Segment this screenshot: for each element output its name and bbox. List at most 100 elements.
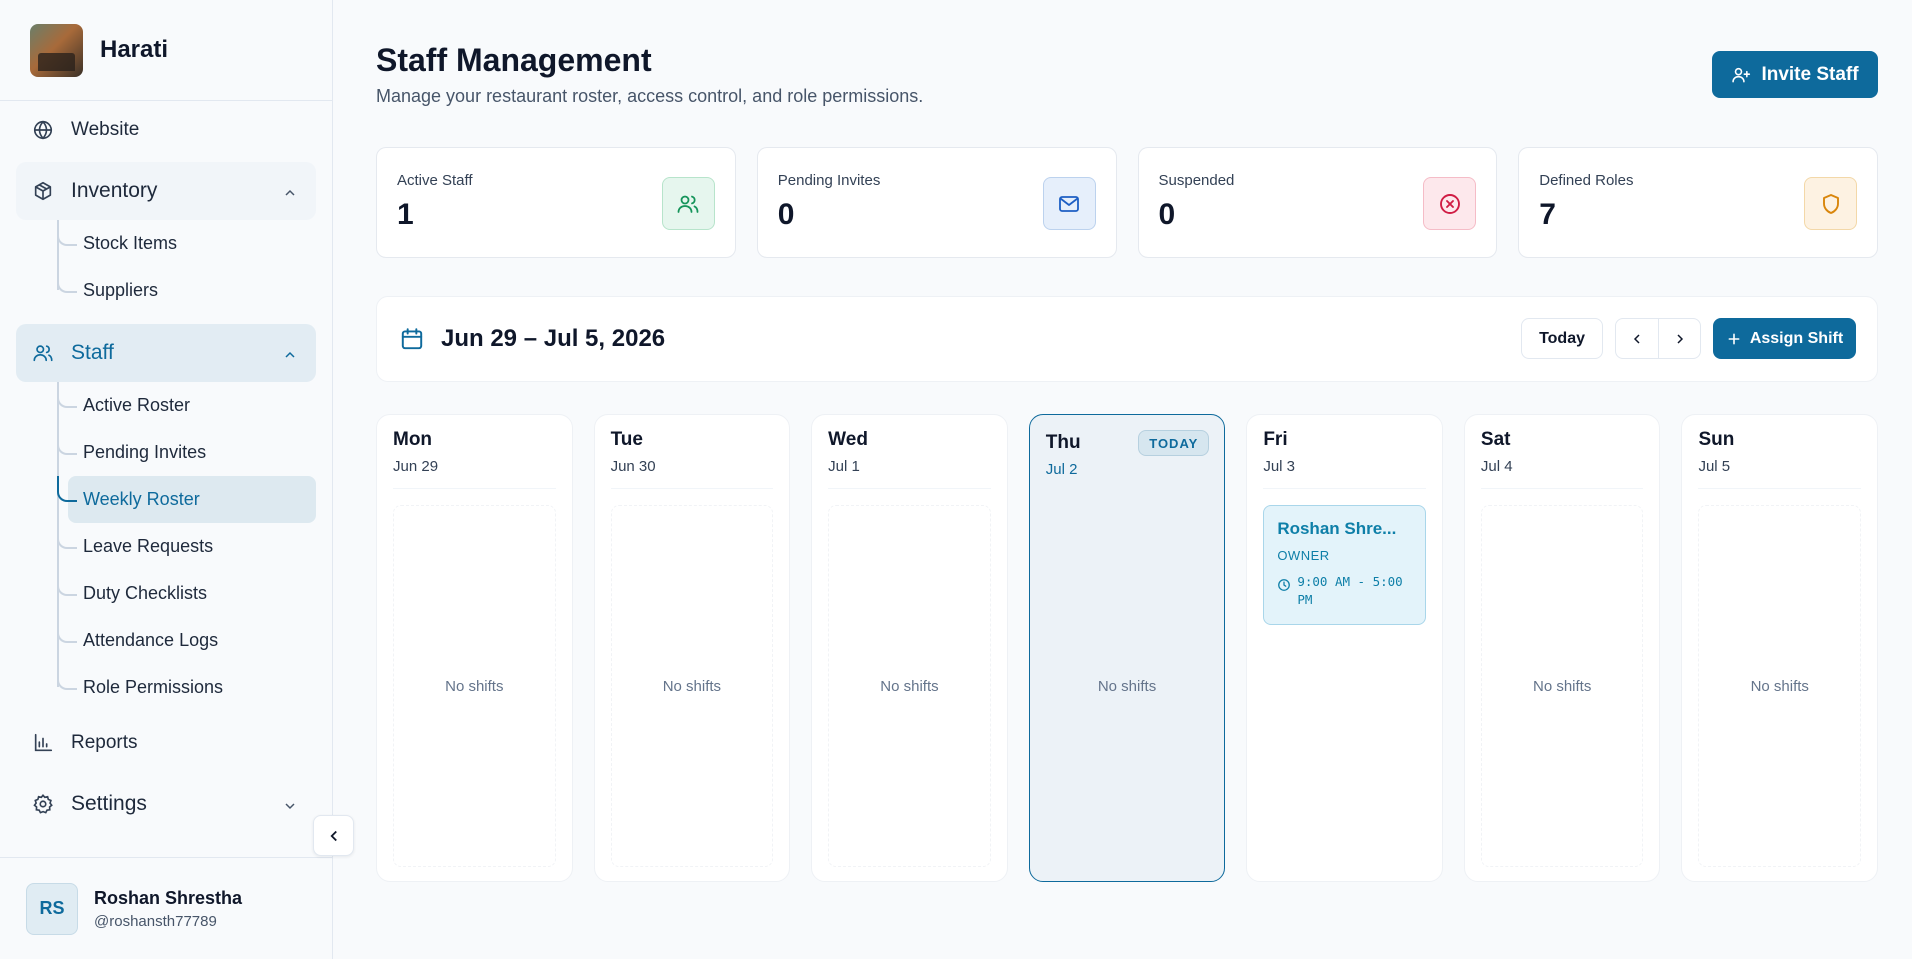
sidebar-item-reports[interactable]: Reports (16, 714, 316, 772)
gear-icon (31, 792, 55, 816)
chevron-left-icon (1633, 333, 1640, 344)
user-handle: @roshansth77789 (94, 912, 217, 930)
plus-icon (1726, 331, 1742, 347)
stat-card-defined-roles: Defined Roles 7 (1518, 147, 1878, 258)
page-subtitle: Manage your restaurant roster, access co… (376, 86, 924, 106)
sidebar-item-inventory[interactable]: Inventory (16, 162, 316, 220)
stat-card-suspended: Suspended 0 (1137, 147, 1498, 258)
invite-staff-label: Invite Staff (1761, 63, 1859, 85)
package-icon (31, 179, 55, 203)
sidebar: Harati Website Inventory Stock Items Sup… (0, 0, 333, 959)
divider (828, 488, 991, 489)
toolbar-actions: Today Assign Shift (1521, 318, 1856, 359)
staff-submenu: Active Roster Pending Invites Weekly Ros… (16, 382, 316, 711)
day-name: Sun (1698, 429, 1735, 450)
bar-chart-icon (31, 731, 55, 755)
sidebar-item-leave-requests[interactable]: Leave Requests (57, 523, 316, 570)
empty-shifts: No shifts (1480, 505, 1644, 867)
page-title: Staff Management (376, 42, 652, 78)
day-date: Jun 30 (610, 458, 656, 475)
shift-staff-name: Roshan Shre... (1277, 519, 1397, 538)
globe-icon (31, 118, 55, 142)
mail-icon (1042, 177, 1096, 230)
week-range: Jun 29 – Jul 5, 2026 (441, 325, 666, 352)
day-date: Jul 3 (1263, 458, 1295, 475)
assign-shift-button[interactable]: Assign Shift (1713, 318, 1856, 359)
sidebar-item-label: Inventory (71, 179, 158, 202)
sidebar-item-stock-items[interactable]: Stock Items (57, 220, 316, 267)
previous-week-button[interactable] (1616, 319, 1658, 358)
today-badge: TODAY (1138, 430, 1210, 456)
day-date: Jun 29 (393, 458, 439, 475)
sidebar-item-staff[interactable]: Staff (16, 324, 316, 382)
sidebar-nav: Website Inventory Stock Items Suppliers … (0, 101, 332, 833)
brand-logo (30, 23, 83, 77)
x-circle-icon (1423, 177, 1477, 230)
empty-shifts: No shifts (610, 505, 774, 867)
invite-staff-button[interactable]: Invite Staff (1712, 51, 1878, 98)
divider (1698, 488, 1862, 489)
sidebar-item-duty-checklists[interactable]: Duty Checklists (57, 570, 316, 617)
sidebar-item-label: Settings (71, 792, 147, 815)
sidebar-item-settings[interactable]: Settings (16, 775, 316, 833)
day-name: Fri (1263, 429, 1288, 450)
sidebar-item-active-roster[interactable]: Active Roster (57, 382, 316, 429)
day-name: Mon (393, 429, 433, 450)
day-column-mon[interactable]: Mon Jun 29 No shifts (376, 414, 573, 882)
today-button[interactable]: Today (1521, 318, 1603, 359)
sidebar-item-label: Reports (71, 732, 138, 753)
brand-name: Harati (100, 36, 169, 63)
chevron-left-icon (325, 827, 343, 845)
user-meta: Roshan Shrestha @roshansth77789 (94, 888, 242, 930)
day-column-wed[interactable]: Wed Jul 1 No shifts (811, 414, 1008, 882)
day-column-sun[interactable]: Sun Jul 5 No shifts (1681, 414, 1879, 882)
chevron-right-icon (1676, 333, 1683, 344)
sidebar-item-role-permissions[interactable]: Role Permissions (57, 664, 316, 711)
day-column-tue[interactable]: Tue Jun 30 No shifts (593, 414, 791, 882)
sidebar-item-suppliers[interactable]: Suppliers (57, 267, 316, 314)
week-pager (1615, 318, 1701, 359)
inventory-submenu: Stock Items Suppliers (16, 220, 316, 314)
chevron-up-icon (282, 183, 298, 199)
user-profile[interactable]: RS Roshan Shrestha @roshansth77789 (0, 857, 333, 959)
sidebar-item-attendance-logs[interactable]: Attendance Logs (57, 617, 316, 664)
empty-shifts: No shifts (1097, 677, 1157, 695)
empty-shifts: No shifts (1698, 505, 1862, 867)
chevron-down-icon (282, 796, 298, 812)
shift-time-label: 9:00 AM - 5:00 PM (1297, 574, 1403, 607)
sidebar-item-weekly-roster[interactable]: Weekly Roster (57, 476, 316, 523)
empty-shifts: No shifts (828, 505, 991, 867)
shift-time: 9:00 AM - 5:00 PM (1277, 573, 1412, 609)
next-week-button[interactable] (1658, 319, 1700, 358)
calendar-icon (399, 326, 425, 352)
day-column-sat[interactable]: Sat Jul 4 No shifts (1463, 414, 1661, 882)
divider (610, 488, 774, 489)
sidebar-item-label: Website (71, 119, 140, 140)
user-name: Roshan Shrestha (94, 887, 243, 908)
day-date: Jul 4 (1480, 458, 1513, 475)
collapse-sidebar-button[interactable] (313, 815, 354, 856)
clock-icon (1278, 579, 1291, 591)
shift-card[interactable]: Roshan Shre... OWNER 9:00 AM - 5:00 PM (1263, 505, 1426, 625)
divider (393, 488, 556, 489)
stat-card-active-staff: Active Staff 1 (376, 147, 736, 258)
sidebar-item-label: Staff (71, 341, 114, 364)
chevron-up-icon (282, 345, 298, 361)
stats-row: Active Staff 1 Pending Invites 0 Suspend… (376, 147, 1878, 258)
day-date: Jul 5 (1698, 458, 1731, 475)
day-column-fri[interactable]: Fri Jul 3 Roshan Shre... OWNER 9:00 AM -… (1246, 414, 1443, 882)
sidebar-item-pending-invites[interactable]: Pending Invites (57, 429, 316, 476)
users-icon (31, 341, 55, 365)
week-toolbar: Jun 29 – Jul 5, 2026 Today Assign Shift (376, 296, 1878, 382)
divider (1263, 488, 1426, 489)
sidebar-item-website[interactable]: Website (16, 101, 316, 159)
brand[interactable]: Harati (0, 0, 332, 101)
stat-card-pending-invites: Pending Invites 0 (756, 147, 1117, 258)
empty-shifts: No shifts (393, 505, 556, 867)
day-name: Tue (610, 429, 643, 450)
assign-shift-label: Assign Shift (1749, 329, 1844, 347)
day-column-thu[interactable]: Thu Jul 2 TODAY No shifts (1028, 414, 1226, 882)
users-icon (661, 177, 715, 230)
day-name: Wed (828, 429, 868, 450)
day-date: Jul 1 (828, 458, 860, 475)
